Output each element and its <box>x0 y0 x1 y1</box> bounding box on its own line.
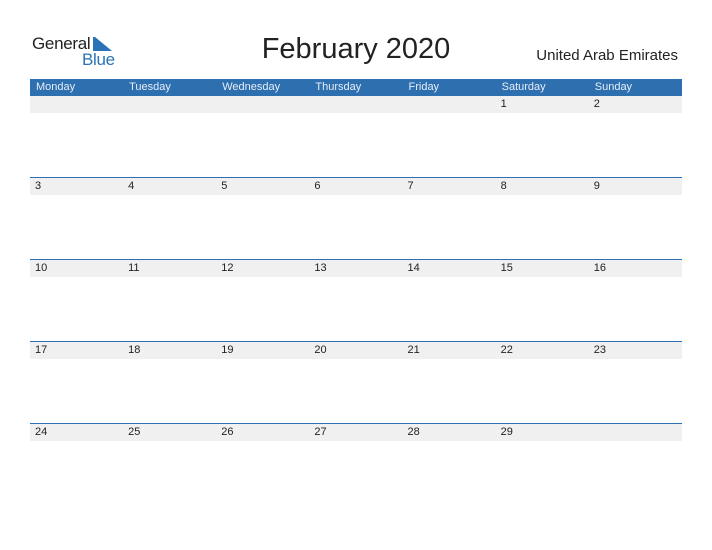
day-cell: 4 <box>128 180 135 192</box>
week-row: 24 25 26 27 28 29 <box>30 423 682 505</box>
day-cell <box>589 424 682 441</box>
day-cell: 5 <box>221 180 228 192</box>
day-cell <box>216 96 309 113</box>
day-cell: 15 <box>500 262 513 274</box>
weekday-tuesday: Tuesday <box>129 81 171 93</box>
day-cell: 18 <box>128 344 141 356</box>
week-row: 17 18 19 20 21 22 23 <box>30 341 682 423</box>
day-number-strip: 24 25 26 27 28 29 <box>30 424 682 441</box>
day-cell: 14 <box>407 262 420 274</box>
weekday-saturday: Saturday <box>501 81 546 93</box>
day-cell: 11 <box>128 262 140 274</box>
weekday-thursday: Thursday <box>315 81 362 93</box>
day-cell: 9 <box>593 180 600 192</box>
day-cell: 12 <box>221 262 234 274</box>
day-number-strip: 12 <box>30 96 682 113</box>
week-row: 3 4 5 6 7 8 9 <box>30 177 682 259</box>
day-cell: 3 <box>35 180 42 192</box>
day-cell: 7 <box>407 180 414 192</box>
day-cell: 8 <box>500 180 507 192</box>
weekday-sunday: Sunday <box>594 81 633 93</box>
day-cell: 1 <box>500 98 507 110</box>
day-cell: 24 <box>35 426 48 438</box>
weekday-header: Monday Tuesday Wednesday Thursday Friday… <box>30 79 682 96</box>
day-cell: 13 <box>314 262 327 274</box>
day-cell: 29 <box>500 426 513 438</box>
day-cell <box>123 96 216 113</box>
day-cell <box>30 96 123 113</box>
day-cell <box>309 96 402 113</box>
day-cell: 10 <box>35 262 48 274</box>
day-cell: 21 <box>407 344 420 356</box>
week-row: 10 11 12 13 14 15 16 <box>30 259 682 341</box>
day-cell: 6 <box>314 180 321 192</box>
day-cell: 22 <box>500 344 513 356</box>
day-cell: 27 <box>314 426 327 438</box>
weekday-monday: Monday <box>36 81 76 93</box>
day-cell <box>403 96 496 113</box>
week-row: 12 <box>30 96 682 177</box>
day-cell: 19 <box>221 344 234 356</box>
day-cell: 25 <box>128 426 141 438</box>
day-cell: 16 <box>593 262 606 274</box>
weekday-friday: Friday <box>408 81 440 93</box>
day-cell: 17 <box>35 344 48 356</box>
day-cell: 26 <box>221 426 234 438</box>
day-cell: 20 <box>314 344 327 356</box>
calendar-grid: Monday Tuesday Wednesday Thursday Friday… <box>30 79 682 505</box>
weekday-wednesday: Wednesday <box>222 81 281 93</box>
day-cell: 2 <box>593 98 600 110</box>
country-label: United Arab Emirates <box>536 47 678 64</box>
day-number-strip: 10 11 12 13 14 15 16 <box>30 260 682 277</box>
day-cell: 23 <box>593 344 606 356</box>
day-cell: 28 <box>407 426 420 438</box>
day-number-strip: 17 18 19 20 21 22 23 <box>30 342 682 359</box>
day-number-strip: 3 4 5 6 7 8 9 <box>30 178 682 195</box>
